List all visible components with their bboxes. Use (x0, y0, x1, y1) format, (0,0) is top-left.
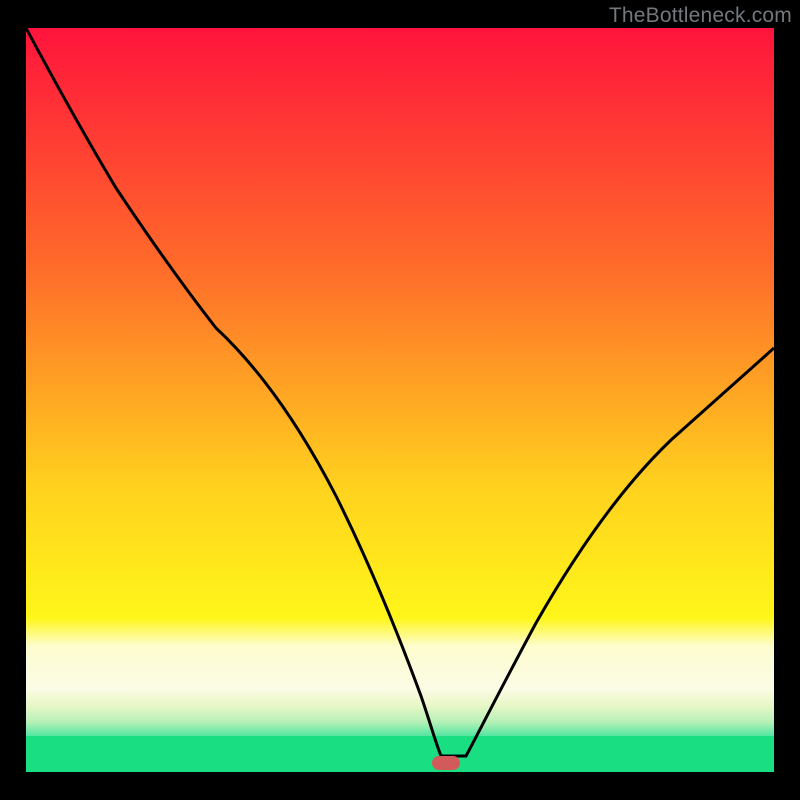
chart-frame: TheBottleneck.com (0, 0, 800, 800)
bottleneck-curve (26, 28, 774, 772)
curve-path (26, 28, 774, 756)
optimal-marker (432, 756, 460, 770)
plot-area (26, 28, 774, 772)
watermark-text: TheBottleneck.com (609, 4, 792, 28)
